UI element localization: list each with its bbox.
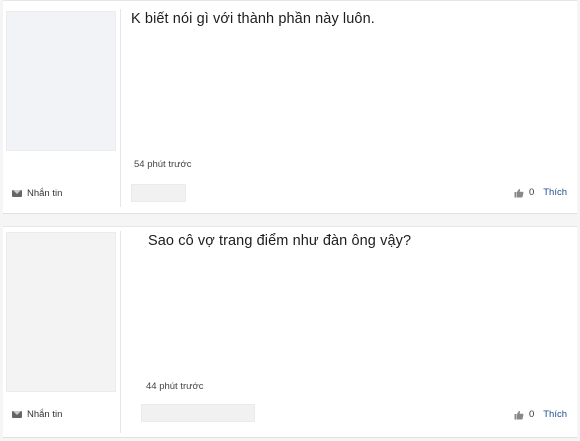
comment-timestamp: 54 phút trước	[134, 159, 192, 170]
avatar[interactable]	[6, 11, 116, 151]
comment-card: Sao cô vợ trang điểm như đàn ông vậy? 44…	[3, 226, 577, 438]
message-label: Nhắn tin	[27, 409, 63, 420]
comment-card: K biết nói gì với thành phần này luôn. 5…	[3, 0, 577, 214]
comment-text: K biết nói gì với thành phần này luôn.	[131, 11, 375, 27]
like-button[interactable]: Thích	[543, 409, 567, 420]
reply-input[interactable]	[141, 404, 255, 422]
message-button[interactable]: Nhắn tin	[12, 188, 62, 199]
message-button[interactable]: Nhắn tin	[12, 409, 62, 420]
like-button[interactable]: Thích	[543, 187, 567, 198]
thumbs-up-icon[interactable]	[514, 188, 524, 198]
comment-timestamp: 44 phút trước	[146, 381, 204, 392]
reply-input[interactable]	[131, 184, 186, 202]
mail-icon	[12, 411, 22, 418]
divider	[120, 231, 121, 433]
like-area: 0 Thích	[514, 409, 567, 420]
mail-icon	[12, 190, 22, 197]
avatar[interactable]	[6, 232, 116, 392]
divider	[120, 9, 121, 207]
like-area: 0 Thích	[514, 187, 567, 198]
message-label: Nhắn tin	[27, 188, 63, 199]
like-count: 0	[528, 409, 535, 420]
comment-text: Sao cô vợ trang điểm như đàn ông vậy?	[148, 233, 412, 249]
like-count: 0	[528, 187, 535, 198]
thumbs-up-icon[interactable]	[514, 410, 524, 420]
